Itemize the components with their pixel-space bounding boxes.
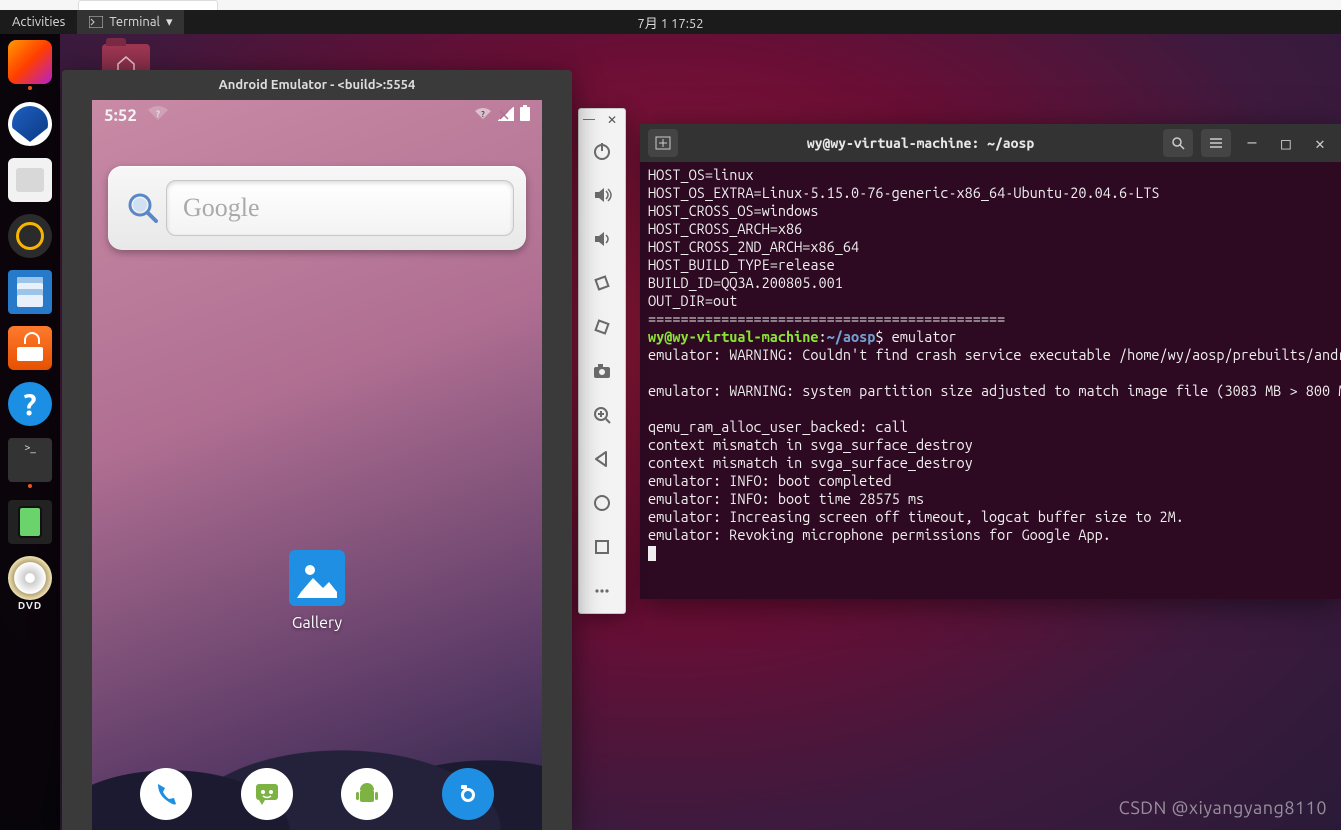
- dock-app-power[interactable]: [8, 500, 52, 544]
- toolbar-more[interactable]: [579, 569, 625, 613]
- status-time: 5:52: [104, 106, 137, 125]
- dock-running-indicator: [28, 484, 32, 488]
- csdn-watermark: CSDN @xiyangyang8110: [1119, 798, 1327, 818]
- google-search-input[interactable]: Google: [166, 180, 514, 236]
- maximize-button[interactable]: □: [1273, 130, 1299, 156]
- dock-app-help[interactable]: ?: [8, 382, 52, 426]
- close-button[interactable]: ✕: [1307, 130, 1333, 156]
- browser-tab[interactable]: [78, 0, 218, 10]
- toolbar-rotate-right[interactable]: [579, 305, 625, 349]
- messages-app[interactable]: [241, 768, 293, 820]
- toolbar-home[interactable]: [579, 481, 625, 525]
- google-search-widget[interactable]: Google: [108, 166, 526, 250]
- clock[interactable]: 7月 1 17:52: [637, 13, 703, 32]
- minimize-button[interactable]: —: [1239, 130, 1265, 156]
- dock-app-files[interactable]: [8, 158, 52, 202]
- dock-app-rhythmbox[interactable]: [8, 214, 52, 258]
- toolbar-volume-up[interactable]: [579, 173, 625, 217]
- dock-app-firefox[interactable]: [8, 40, 52, 84]
- activities-button[interactable]: Activities: [0, 15, 77, 29]
- terminal-titlebar[interactable]: wy@wy-virtual-machine: ~/aosp — □ ✕: [640, 124, 1341, 162]
- android-system-app[interactable]: [341, 768, 393, 820]
- wifi-icon: ?: [474, 106, 492, 125]
- gallery-icon: [289, 550, 345, 606]
- gallery-app-shortcut[interactable]: Gallery: [289, 550, 345, 632]
- app-menu-label: Terminal: [109, 15, 160, 29]
- close-icon[interactable]: ✕: [607, 113, 617, 125]
- dock-disc-label: DVD: [18, 600, 42, 611]
- terminal-output[interactable]: HOST_OS=linux HOST_OS_EXTRA=Linux-5.15.0…: [640, 162, 1341, 566]
- dock-app-disc[interactable]: [8, 556, 52, 600]
- battery-icon: [520, 105, 530, 125]
- app-menu-terminal[interactable]: Terminal ▾: [77, 10, 184, 34]
- chevron-down-icon: ▾: [166, 15, 173, 30]
- toolbar-back[interactable]: [579, 437, 625, 481]
- signal-icon: [498, 106, 514, 125]
- emulator-toolbar: — ✕: [578, 108, 626, 614]
- gnome-top-bar: Activities Terminal ▾ 7月 1 17:52: [0, 10, 1341, 34]
- terminal-icon: [89, 16, 103, 28]
- wifi-unknown-icon: ?: [147, 105, 169, 125]
- camera-app[interactable]: [442, 768, 494, 820]
- dock-app-terminal[interactable]: >_: [8, 438, 52, 482]
- toolbar-zoom[interactable]: [579, 393, 625, 437]
- search-icon: [120, 191, 166, 225]
- new-tab-button[interactable]: [648, 129, 678, 157]
- minimize-icon[interactable]: —: [583, 113, 595, 125]
- toolbar-screenshot[interactable]: [579, 349, 625, 393]
- android-emulator-window: Android Emulator - <build>:5554 5:52 ? ?…: [62, 70, 572, 830]
- browser-chrome-strip: [0, 0, 1341, 10]
- svg-text:?: ?: [481, 110, 485, 119]
- toolbar-overview[interactable]: [579, 525, 625, 569]
- search-button[interactable]: [1163, 129, 1193, 157]
- dock-app-thunderbird[interactable]: [8, 102, 52, 146]
- toolbar-volume-down[interactable]: [579, 217, 625, 261]
- toolbar-power[interactable]: [579, 129, 625, 173]
- gallery-label: Gallery: [289, 614, 345, 632]
- ubuntu-dock: ? >_ DVD: [0, 34, 60, 830]
- svg-text:?: ?: [156, 109, 160, 119]
- dock-app-writer[interactable]: [8, 270, 52, 314]
- phone-app[interactable]: [140, 768, 192, 820]
- android-favorites-row: [92, 768, 542, 820]
- dock-running-indicator: [28, 86, 32, 90]
- terminal-title: wy@wy-virtual-machine: ~/aosp: [686, 135, 1155, 151]
- toolbar-rotate-left[interactable]: [579, 261, 625, 305]
- emulator-titlebar[interactable]: Android Emulator - <build>:5554: [62, 70, 572, 100]
- emulator-screen[interactable]: 5:52 ? ? Google Gallery: [92, 100, 542, 830]
- android-status-bar[interactable]: 5:52 ? ?: [92, 100, 542, 130]
- gnome-terminal-window: wy@wy-virtual-machine: ~/aosp — □ ✕ HOST…: [640, 124, 1341, 599]
- dock-app-software[interactable]: [8, 326, 52, 370]
- hamburger-menu[interactable]: [1201, 129, 1231, 157]
